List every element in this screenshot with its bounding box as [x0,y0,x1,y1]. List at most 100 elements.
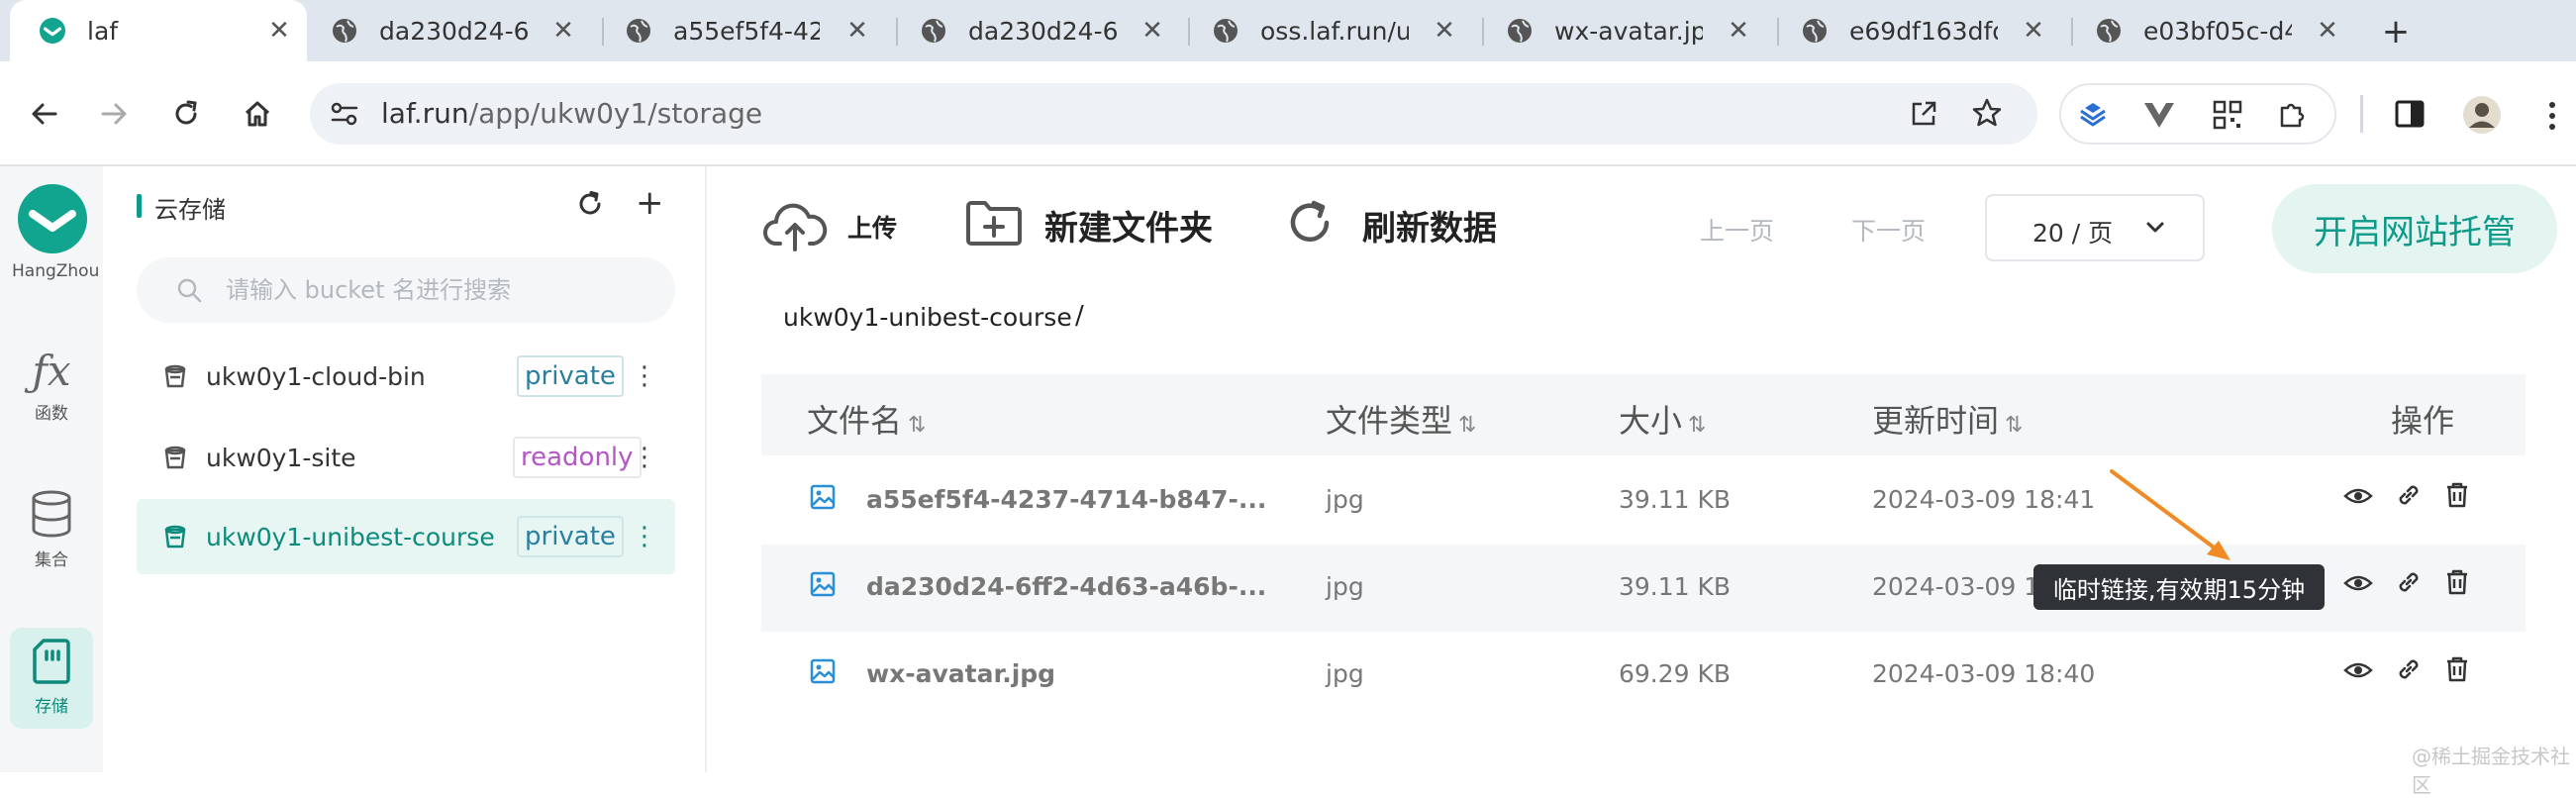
region-label: HangZhou [12,261,100,281]
file-name[interactable]: da230d24-6ff2-4d63-a46b-... [866,572,1266,601]
tab-laf[interactable]: laf ✕ [10,0,307,61]
home-icon[interactable] [233,89,282,139]
globe-icon [921,18,946,44]
more-vertical-icon[interactable]: ⋮ [632,522,657,551]
header-label: 大小 [1619,402,1683,440]
bucket-item[interactable]: ukw0y1-cloud-bin private ⋮ [137,339,675,414]
storage-icon [32,638,71,690]
copy-link-icon[interactable] [2395,568,2423,600]
side-panel-icon[interactable] [2394,99,2426,133]
nav-functions[interactable]: ƒx 函数 [10,341,93,430]
tab-separator [1777,18,1779,46]
bucket-search[interactable] [137,257,675,323]
preview-eye-icon[interactable] [2343,655,2373,689]
file-size: 39.11 KB [1619,485,1732,514]
tab-da230d24-1[interactable]: da230d24-6f ✕ [332,0,579,61]
tab-close-icon[interactable]: ✕ [842,15,873,47]
vue-devtools-icon[interactable] [2142,99,2176,135]
refresh-buckets-icon[interactable] [576,190,604,222]
panel-title: 云存储 [154,196,226,224]
function-icon: ƒx [32,347,71,395]
laf-logo[interactable] [18,184,87,257]
preview-eye-icon[interactable] [2343,568,2373,602]
refresh-data-button[interactable]: 刷新数据 [1285,198,1497,251]
reload-icon[interactable] [161,89,211,139]
header-updated[interactable]: 更新时间 ⇅ [1872,396,2023,442]
tab-separator [896,18,898,46]
extensions-puzzle-icon[interactable] [2277,99,2309,135]
nav-collections[interactable]: 集合 [10,483,93,572]
bucket-name: ukw0y1-unibest-course [206,522,495,551]
layers-extension-icon[interactable] [2077,99,2109,135]
tab-da230d24-2[interactable]: da230d24-6f ✕ [921,0,1168,61]
more-vertical-icon[interactable]: ⋮ [632,361,657,391]
table-row[interactable]: a55ef5f4-4237-4714-b847-... jpg 39.11 KB… [761,457,2526,545]
delete-trash-icon[interactable] [2444,481,2470,513]
tab-wx-avatar[interactable]: wx-avatar.jpg ✕ [1507,0,1754,61]
bucket-search-input[interactable] [224,275,644,305]
header-file-type[interactable]: 文件类型 ⇅ [1326,396,1476,442]
preview-eye-icon[interactable] [2343,481,2373,515]
refresh-label: 刷新数据 [1362,208,1497,249]
tab-close-icon[interactable]: ✕ [1723,15,1754,47]
add-bucket-plus-icon[interactable]: + [636,186,664,220]
breadcrumb-bucket[interactable]: ukw0y1-unibest-course [783,303,1072,332]
search-icon [176,277,202,307]
profile-avatar-icon[interactable] [2462,95,2502,139]
extensions-group [2059,83,2336,145]
url-text[interactable]: laf.run/app/ukw0y1/storage [381,97,762,130]
tab-close-icon[interactable]: ✕ [1429,15,1460,47]
copy-link-icon[interactable] [2395,481,2423,513]
more-vertical-icon[interactable]: ⋮ [632,443,657,472]
bookmark-star-icon[interactable] [1971,97,2003,133]
back-arrow-icon[interactable] [20,89,69,139]
site-settings-icon[interactable] [330,100,359,132]
sort-icon: ⇅ [908,413,927,438]
bucket-icon [164,446,186,473]
delete-trash-icon[interactable] [2444,655,2470,687]
tab-close-icon[interactable]: ✕ [2018,15,2049,47]
tab-e03bf05c[interactable]: e03bf05c-d4 ✕ [2096,0,2343,61]
tab-close-icon[interactable]: ✕ [547,15,579,47]
browser-menu-icon[interactable] [2547,101,2557,135]
enable-hosting-button[interactable]: 开启网站托管 [2272,184,2557,273]
nav-storage[interactable]: 存储 [10,628,93,729]
bucket-item[interactable]: ukw0y1-site readonly ⋮ [137,420,675,495]
chevron-down-icon [2145,220,2165,239]
forward-arrow-icon[interactable] [89,89,139,139]
file-name[interactable]: wx-avatar.jpg [866,659,1055,688]
panel-title-accent [137,194,142,218]
new-folder-button[interactable]: 新建文件夹 [965,198,1213,251]
file-name[interactable]: a55ef5f4-4237-4714-b847-... [866,485,1266,514]
file-type: jpg [1326,485,1364,514]
globe-icon [626,18,651,44]
tab-a55ef5f4[interactable]: a55ef5f4-42 ✕ [626,0,873,61]
tab-close-icon[interactable]: ✕ [263,15,295,47]
tab-close-icon[interactable]: ✕ [2312,15,2343,47]
upload-button[interactable]: 上传 [762,198,897,255]
globe-icon [1213,18,1238,44]
delete-trash-icon[interactable] [2444,568,2470,600]
table-row[interactable]: wx-avatar.jpg jpg 69.29 KB 2024-03-09 18… [761,632,2526,719]
bucket-policy-badge: readonly [513,437,642,478]
header-size[interactable]: 大小 ⇅ [1619,396,1706,442]
bucket-policy-badge: private [517,516,624,557]
page-size-select[interactable]: 20 / 页 [1985,194,2205,261]
file-size: 39.11 KB [1619,572,1732,601]
tab-title: e03bf05c-d4 [2143,16,2292,46]
header-file-name[interactable]: 文件名 ⇅ [807,396,926,442]
copy-link-icon[interactable] [2395,655,2423,687]
prev-page-button[interactable]: 上一页 [1700,212,1774,248]
bucket-icon [164,364,186,392]
new-tab-plus-icon[interactable]: + [2376,12,2416,51]
header-label: 文件类型 [1326,402,1453,440]
tab-e69df163[interactable]: e69df163dfd ✕ [1802,0,2049,61]
tab-close-icon[interactable]: ✕ [1137,15,1168,47]
address-bar[interactable]: laf.run/app/ukw0y1/storage [310,83,2037,145]
open-in-app-icon[interactable] [1909,99,1938,133]
tab-oss-laf[interactable]: oss.laf.run/uk ✕ [1213,0,1460,61]
globe-icon [1507,18,1533,44]
next-page-button[interactable]: 下一页 [1851,212,1926,248]
bucket-item-selected[interactable]: ukw0y1-unibest-course private ⋮ [137,499,675,574]
qr-code-icon[interactable] [2212,99,2243,135]
